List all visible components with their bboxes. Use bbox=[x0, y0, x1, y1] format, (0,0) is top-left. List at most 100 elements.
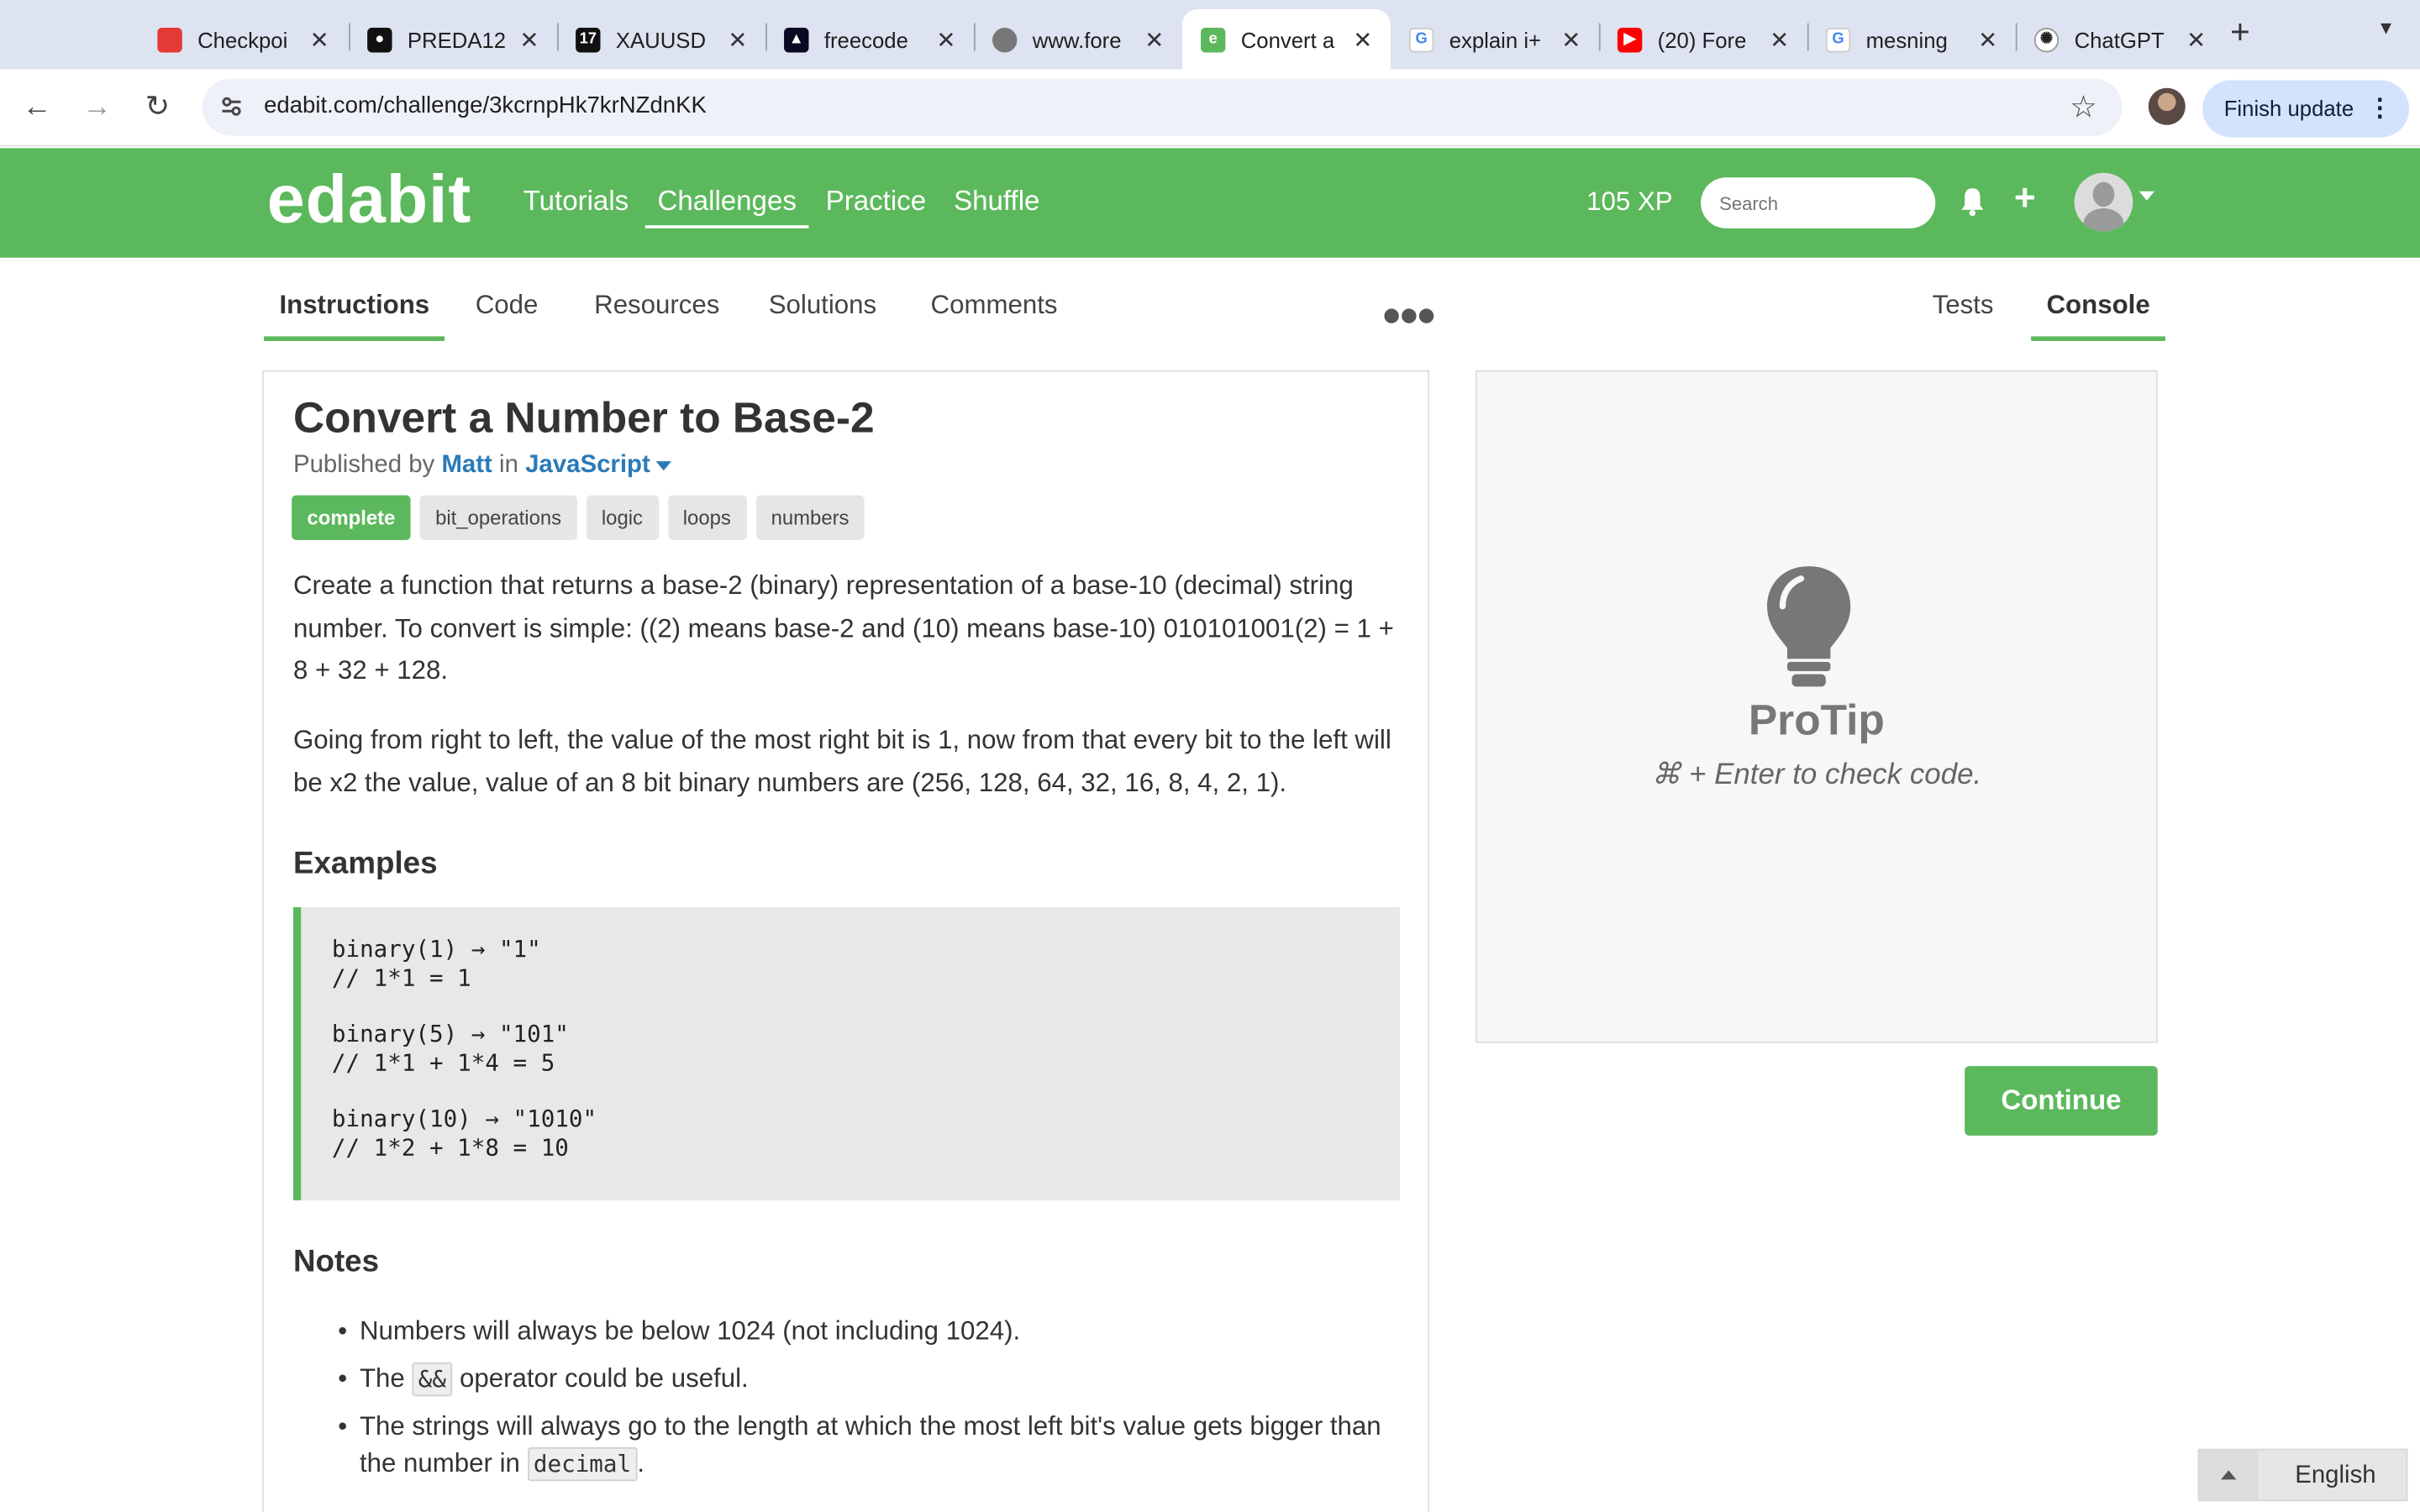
chevron-down-icon[interactable]: ▼ bbox=[2370, 17, 2402, 48]
xp-counter: 105 XP bbox=[1586, 186, 1673, 217]
description-paragraph: Going from right to left, the value of t… bbox=[292, 725, 1392, 797]
description-paragraph: Create a function that returns a base-2 … bbox=[292, 570, 1394, 685]
browser-tab[interactable]: ▲ freecode ✕ bbox=[765, 9, 974, 70]
more-horiz-icon[interactable]: ●●● bbox=[1381, 295, 1437, 335]
close-icon[interactable]: ✕ bbox=[1767, 25, 1791, 53]
language-switcher[interactable]: English bbox=[2197, 1448, 2408, 1502]
bell-icon[interactable] bbox=[1959, 186, 1986, 218]
close-icon[interactable]: ✕ bbox=[1142, 25, 1166, 53]
tradingview-icon: 17 bbox=[576, 27, 601, 52]
tab-resources[interactable]: Resources bbox=[594, 290, 719, 336]
note-text: operator could be useful. bbox=[452, 1363, 749, 1394]
tag-loops[interactable]: loops bbox=[667, 495, 747, 540]
close-icon[interactable]: ✕ bbox=[1559, 25, 1583, 53]
user-avatar[interactable] bbox=[2074, 172, 2133, 232]
browser-tab[interactable]: 17 XAUUSD ✕ bbox=[557, 9, 765, 70]
note-text: Numbers will always be below 1024 (not i… bbox=[359, 1315, 1021, 1346]
close-icon[interactable]: ✕ bbox=[2184, 25, 2208, 53]
language-dropdown[interactable]: JavaScript bbox=[525, 452, 650, 478]
search-input[interactable] bbox=[1701, 177, 1936, 228]
forward-icon[interactable]: → bbox=[77, 88, 118, 129]
edabit-icon: e bbox=[1200, 27, 1226, 52]
chevron-up-icon[interactable] bbox=[2199, 1450, 2259, 1500]
inline-code: && bbox=[412, 1362, 453, 1397]
tab-solutions[interactable]: Solutions bbox=[769, 290, 876, 336]
more-vert-icon: ⋮ bbox=[2367, 95, 2392, 123]
site-settings-icon[interactable] bbox=[219, 94, 244, 118]
browser-tab[interactable]: G explain i+ ✕ bbox=[1391, 9, 1599, 70]
edabit-logo[interactable]: edabit bbox=[267, 162, 472, 239]
plus-icon[interactable]: + bbox=[2014, 177, 2036, 220]
browser-tab[interactable]: ▶ (20) Fore ✕ bbox=[1599, 9, 1807, 70]
profile-avatar[interactable] bbox=[2148, 87, 2186, 125]
finish-update-button[interactable]: Finish update ⋮ bbox=[2202, 80, 2410, 138]
close-icon[interactable]: ✕ bbox=[1350, 25, 1375, 53]
new-tab-icon[interactable]: + bbox=[2230, 13, 2250, 53]
tag-logic[interactable]: logic bbox=[586, 495, 659, 540]
close-icon[interactable]: ✕ bbox=[725, 25, 750, 53]
challenge-card: Convert a Number to Base-2 Published by … bbox=[262, 370, 1429, 1512]
url-text: edabit.com/challenge/3kcrnpHk7krNZdnKK bbox=[264, 92, 707, 119]
checkpoint-icon bbox=[157, 27, 182, 52]
tab-instructions[interactable]: Instructions bbox=[264, 290, 445, 341]
nav-challenges[interactable]: Challenges bbox=[644, 185, 809, 228]
chatgpt-icon: ✺ bbox=[2033, 27, 2060, 52]
freecodecamp-icon: ▲ bbox=[784, 27, 809, 52]
tab-title: PREDA12 bbox=[407, 27, 507, 52]
nav-tutorials[interactable]: Tutorials bbox=[523, 185, 629, 218]
tag-numbers[interactable]: numbers bbox=[755, 495, 865, 540]
close-icon[interactable]: ✕ bbox=[517, 25, 541, 53]
tab-title: www.fore bbox=[1032, 27, 1122, 52]
tab-tests[interactable]: Tests bbox=[1933, 290, 1994, 336]
tab-title: Convert a bbox=[1240, 27, 1335, 52]
lightbulb-icon bbox=[1767, 566, 1851, 687]
chevron-down-icon[interactable] bbox=[656, 460, 672, 470]
address-bar[interactable]: edabit.com/challenge/3kcrnpHk7krNZdnKK ☆ bbox=[202, 78, 2123, 136]
site-header: edabit Tutorials Challenges Practice Shu… bbox=[0, 148, 2420, 258]
tab-comments[interactable]: Comments bbox=[931, 290, 1058, 336]
inline-code: decimal bbox=[527, 1446, 638, 1482]
browser-tab[interactable]: www.fore ✕ bbox=[974, 9, 1182, 70]
google-icon: G bbox=[1825, 27, 1851, 52]
globe-icon bbox=[992, 27, 1018, 52]
nav-practice[interactable]: Practice bbox=[826, 185, 926, 218]
nav-shuffle[interactable]: Shuffle bbox=[954, 185, 1039, 218]
tab-console[interactable]: Console bbox=[2031, 290, 2166, 341]
continue-button[interactable]: Continue bbox=[1965, 1066, 2158, 1136]
list-item: • The && operator could be useful. bbox=[293, 1361, 1404, 1398]
list-item: • Numbers will always be below 1024 (not … bbox=[338, 1315, 1021, 1346]
browser-tab[interactable]: ✺ ChatGPT ✕ bbox=[2016, 9, 2224, 70]
close-icon[interactable]: ✕ bbox=[308, 25, 332, 53]
tab-code[interactable]: Code bbox=[476, 290, 539, 336]
browser-tab[interactable]: ● PREDA12 ✕ bbox=[349, 9, 557, 70]
examples-heading: Examples bbox=[292, 847, 438, 881]
browser-tab[interactable]: Checkpoi ✕ bbox=[139, 9, 347, 70]
tag-complete[interactable]: complete bbox=[292, 495, 411, 540]
close-icon[interactable]: ✕ bbox=[1975, 25, 2000, 53]
tab-title: Checkpoi bbox=[197, 27, 288, 52]
browser-toolbar: ← → ↻ edabit.com/challenge/3kcrnpHk7krNZ… bbox=[0, 69, 2420, 147]
browser-tab[interactable]: G mesning ✕ bbox=[1807, 9, 2016, 70]
tab-title: mesning bbox=[1865, 27, 1948, 52]
protip-text: ⌘ + Enter to check code. bbox=[1651, 759, 1982, 792]
challenge-title: Convert a Number to Base-2 bbox=[292, 393, 875, 442]
bookmark-star-icon[interactable]: ☆ bbox=[2070, 88, 2097, 127]
chevron-down-icon[interactable] bbox=[2139, 191, 2155, 201]
reload-icon[interactable]: ↻ bbox=[137, 88, 177, 129]
list-item: • The strings will always go to the lengt… bbox=[293, 1409, 1404, 1483]
notes-heading: Notes bbox=[292, 1245, 380, 1279]
back-icon[interactable]: ← bbox=[17, 88, 57, 129]
browser-tab-active[interactable]: e Convert a ✕ bbox=[1181, 9, 1391, 70]
author-link[interactable]: Matt bbox=[441, 452, 492, 478]
google-icon: G bbox=[1408, 27, 1434, 52]
finish-update-label: Finish update bbox=[2223, 95, 2354, 121]
close-icon[interactable]: ✕ bbox=[934, 25, 958, 53]
published-by-label: Published by bbox=[292, 452, 435, 479]
note-text: The bbox=[359, 1363, 413, 1394]
tag-bit-operations[interactable]: bit_operations bbox=[419, 495, 577, 540]
language-label: English bbox=[2295, 1462, 2376, 1489]
console-panel: ProTip ⌘ + Enter to check code. bbox=[1475, 370, 2158, 1043]
tag-list: complete bit_operations logic loops numb… bbox=[292, 495, 865, 540]
browser-tab-strip: Checkpoi ✕ ● PREDA12 ✕ 17 XAUUSD ✕ ▲ fre… bbox=[0, 0, 2420, 70]
note-text: The strings will always go to the length… bbox=[359, 1411, 1381, 1478]
